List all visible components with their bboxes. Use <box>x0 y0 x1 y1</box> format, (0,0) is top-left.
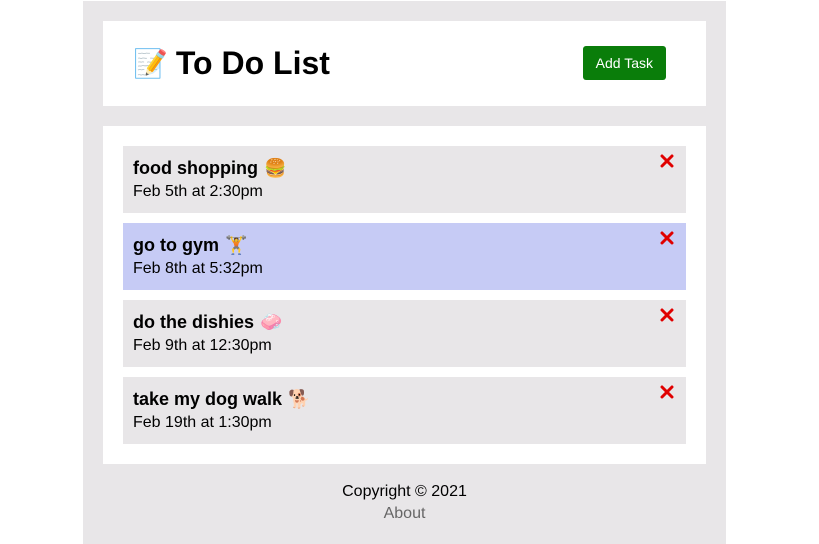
burger-icon: 🍔 <box>263 158 287 178</box>
task-title-row: go to gym 🏋️ <box>133 233 676 257</box>
task-title: do the dishies <box>133 312 255 332</box>
task-title-row: do the dishies 🧼 <box>133 310 676 334</box>
copyright-text: Copyright © 2021 <box>342 483 467 500</box>
delete-icon[interactable] <box>660 231 674 245</box>
task-date: Feb 8th at 5:32pm <box>133 260 263 277</box>
app-container: 📝 To Do List Add Task food shopping 🍔 Fe… <box>83 1 726 544</box>
about-link[interactable]: About <box>384 505 426 522</box>
task-title-row: take my dog walk 🐕 <box>133 387 676 411</box>
task-list: food shopping 🍔 Feb 5th at 2:30pm go to … <box>103 126 706 464</box>
header: 📝 To Do List Add Task <box>103 21 706 106</box>
footer: Copyright © 2021 About <box>83 481 726 525</box>
delete-icon[interactable] <box>660 154 674 168</box>
add-task-button[interactable]: Add Task <box>582 46 666 80</box>
title-wrap: 📝 To Do List <box>133 21 330 106</box>
task-item[interactable]: go to gym 🏋️ Feb 8th at 5:32pm <box>123 223 686 290</box>
dog-icon: 🐕 <box>288 389 311 409</box>
task-item[interactable]: food shopping 🍔 Feb 5th at 2:30pm <box>123 146 686 213</box>
task-title: go to gym <box>133 235 219 255</box>
task-title: take my dog walk <box>133 389 283 409</box>
weightlifter-icon: 🏋️ <box>225 235 248 255</box>
task-title-row: food shopping 🍔 <box>133 156 676 180</box>
task-date: Feb 9th at 12:30pm <box>133 337 272 354</box>
soap-icon: 🧼 <box>260 312 283 332</box>
delete-icon[interactable] <box>660 308 674 322</box>
task-date: Feb 19th at 1:30pm <box>133 414 272 431</box>
task-item[interactable]: take my dog walk 🐕 Feb 19th at 1:30pm <box>123 377 686 444</box>
task-date: Feb 5th at 2:30pm <box>133 183 263 200</box>
page-title: To Do List <box>175 45 330 81</box>
memo-icon: 📝 <box>133 47 168 79</box>
task-item[interactable]: do the dishies 🧼 Feb 9th at 12:30pm <box>123 300 686 367</box>
delete-icon[interactable] <box>660 385 674 399</box>
task-title: food shopping <box>133 158 258 178</box>
